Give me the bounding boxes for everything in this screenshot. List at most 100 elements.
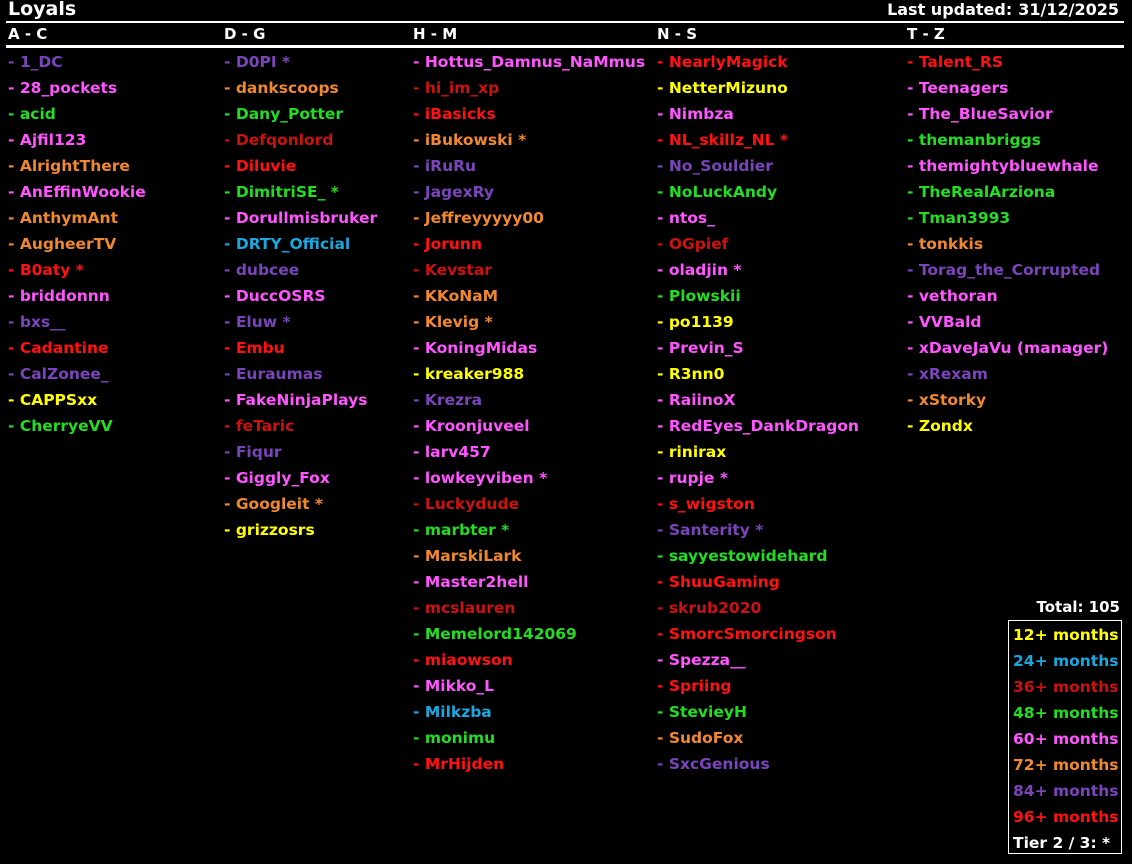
member-entry: - rupje * xyxy=(657,469,728,487)
member-entry: - grizzosrs xyxy=(224,521,315,539)
member-entry: - acid xyxy=(8,105,56,123)
member-entry: - RedEyes_DankDragon xyxy=(657,417,859,435)
member-entry: - lowkeyviben * xyxy=(413,469,548,487)
member-entry: - themanbriggs xyxy=(907,131,1041,149)
column-t-z: - Talent_RS - Teenagers - The_BlueSavior - … xyxy=(907,50,1108,440)
member-entry: - Torag_the_Corrupted xyxy=(907,261,1101,279)
member-entry: - KKoNaM xyxy=(413,287,499,305)
member-entry: - CalZonee_ xyxy=(8,365,109,383)
legend-item: 84+ months xyxy=(1013,782,1119,800)
member-entry: - OGpief xyxy=(657,235,729,253)
column-n-s: - NearlyMagick - NetterMizuno - Nimbza - NL… xyxy=(657,50,859,778)
member-entry: - RaiinoX xyxy=(657,391,736,409)
column-header-h-m: H - M xyxy=(413,25,458,43)
legend-item: 12+ months xyxy=(1013,626,1119,644)
member-entry: - SudoFox xyxy=(657,729,744,747)
member-entry: - Klevig * xyxy=(413,313,493,331)
member-entry: - VVBald xyxy=(907,313,982,331)
member-entry: - Teenagers xyxy=(907,79,1009,97)
member-entry: - Cadantine xyxy=(8,339,109,357)
member-entry: - SxcGenious xyxy=(657,755,770,773)
legend-item: 48+ months xyxy=(1013,704,1119,722)
member-entry: - iBukowski * xyxy=(413,131,527,149)
member-entry: - Dany_Potter xyxy=(224,105,344,123)
member-entry: - marbter * xyxy=(413,521,510,539)
member-entry: - Defqonlord xyxy=(224,131,334,149)
member-entry: - xRexam xyxy=(907,365,988,383)
member-entry: - StevieyH xyxy=(657,703,747,721)
member-entry: - Hottus_Damnus_NaMmus xyxy=(413,53,646,71)
member-entry: - DimitriSE_ * xyxy=(224,183,339,201)
member-entry: - CherryeVV xyxy=(8,417,113,435)
member-entry: - Googleit * xyxy=(224,495,323,513)
member-entry: - D0PI * xyxy=(224,53,291,71)
member-entry: - Eluw * xyxy=(224,313,291,331)
member-entry: - Diluvie xyxy=(224,157,297,175)
member-entry: - tonkkis xyxy=(907,235,984,253)
member-entry: - Ajfil123 xyxy=(8,131,87,149)
member-entry: - dankscoops xyxy=(224,79,339,97)
member-entry: - xDaveJaVu (manager) xyxy=(907,339,1109,357)
member-entry: - Memelord142069 xyxy=(413,625,577,643)
member-entry: - Kevstar xyxy=(413,261,492,279)
member-entry: - NearlyMagick xyxy=(657,53,788,71)
tier-note: Tier 2 / 3: * xyxy=(1013,834,1111,852)
member-entry: - bxs__ xyxy=(8,313,66,331)
member-entry: - themightybluewhale xyxy=(907,157,1099,175)
member-entry: - Spezza__ xyxy=(657,651,746,669)
member-entry: - Zondx xyxy=(907,417,973,435)
last-updated-label: Last updated: xyxy=(887,0,1013,19)
legend-item: 96+ months xyxy=(1013,808,1119,826)
member-entry: - AnthymAnt xyxy=(8,209,118,227)
member-entry: - Santerity * xyxy=(657,521,764,539)
member-entry: - kreaker988 xyxy=(413,365,525,383)
member-entry: - xStorky xyxy=(907,391,987,409)
member-entry: - ntos_ xyxy=(657,209,715,227)
member-entry: - R3nn0 xyxy=(657,365,725,383)
legend-item: 36+ months xyxy=(1013,678,1119,696)
member-entry: - Dorullmisbruker xyxy=(224,209,378,227)
member-entry: - feTaric xyxy=(224,417,295,435)
header-divider xyxy=(6,45,1124,48)
member-entry: - DuccOSRS xyxy=(224,287,326,305)
member-entry: - skrub2020 xyxy=(657,599,762,617)
member-entry: - AlrightThere xyxy=(8,157,130,175)
member-entry: - ShuuGaming xyxy=(657,573,780,591)
member-entry: - Krezra xyxy=(413,391,483,409)
member-entry: - s_wigston xyxy=(657,495,755,513)
member-entry: - rinirax xyxy=(657,443,727,461)
member-entry: - NoLuckAndy xyxy=(657,183,778,201)
member-entry: - Fiqur xyxy=(224,443,282,461)
member-entry: - NetterMizuno xyxy=(657,79,788,97)
member-entry: - briddonnn xyxy=(8,287,110,305)
member-entry: - DRTY_Official xyxy=(224,235,351,253)
member-entry: - SmorcSmorcingson xyxy=(657,625,837,643)
member-entry: - FakeNinjaPlays xyxy=(224,391,368,409)
member-entry: - Kroonjuveel xyxy=(413,417,530,435)
member-entry: - Nimbza xyxy=(657,105,734,123)
member-entry: - vethoran xyxy=(907,287,998,305)
member-entry: - TheRealArziona xyxy=(907,183,1056,201)
member-entry: - CAPPSxx xyxy=(8,391,98,409)
member-entry: - JagexRy xyxy=(413,183,495,201)
member-entry: - 1_DC xyxy=(8,53,63,71)
member-entry: - MrHijden xyxy=(413,755,505,773)
last-updated-date: 31/12/2025 xyxy=(1018,0,1119,19)
member-entry: - mcslauren xyxy=(413,599,516,617)
member-entry: - Previn_S xyxy=(657,339,744,357)
member-entry: - monimu xyxy=(413,729,496,747)
member-entry: - dubcee xyxy=(224,261,300,279)
member-entry: - No_Souldier xyxy=(657,157,773,175)
member-entry: - AnEffinWookie xyxy=(8,183,146,201)
member-entry: - Jeffreyyyyy00 xyxy=(413,209,544,227)
legend-item: 24+ months xyxy=(1013,652,1119,670)
column-header-n-s: N - S xyxy=(657,25,698,43)
member-entry: - Luckydude xyxy=(413,495,520,513)
member-entry: - Giggly_Fox xyxy=(224,469,330,487)
top-divider xyxy=(6,21,1124,23)
member-entry: - Embu xyxy=(224,339,285,357)
member-entry: - hi_im_xp xyxy=(413,79,500,97)
legend-item: 72+ months xyxy=(1013,756,1119,774)
member-entry: - miaowson xyxy=(413,651,513,669)
member-entry: - oladjin * xyxy=(657,261,742,279)
